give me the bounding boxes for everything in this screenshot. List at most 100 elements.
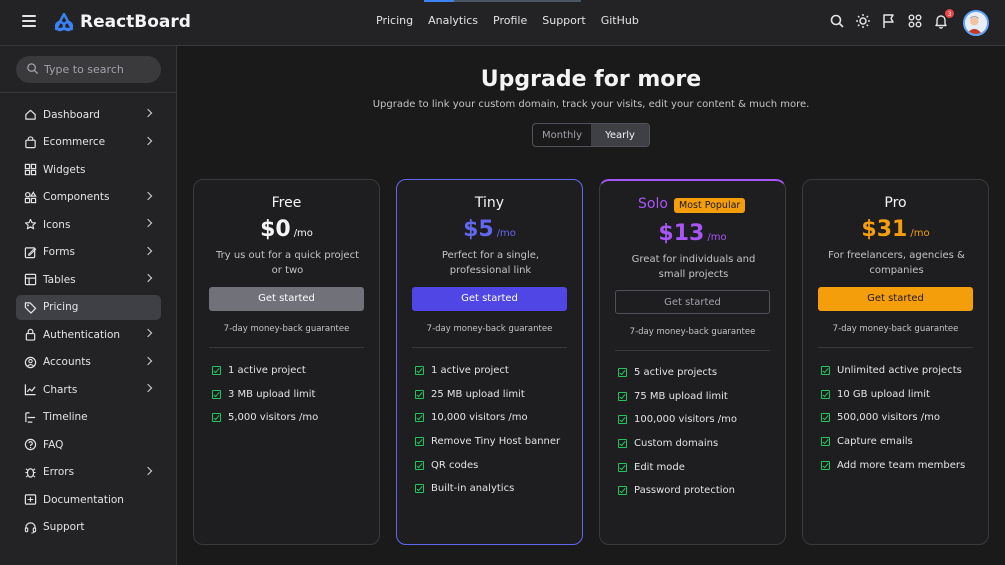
price-amount: $0 xyxy=(260,217,291,242)
top-icons: 3 xyxy=(829,8,955,29)
feature-label: 10,000 visitors /mo xyxy=(431,412,528,424)
search-box[interactable] xyxy=(16,56,161,83)
price-amount: $13 xyxy=(658,221,705,246)
sidebar-item-label: Icons xyxy=(43,218,71,231)
edit-icon xyxy=(24,247,37,258)
sidebar: Dashboard Ecommerce Widgets Components Icons… xyxy=(0,46,177,565)
topnav-support-link[interactable]: Support xyxy=(542,14,585,27)
card-divider xyxy=(209,347,364,348)
page-loading-bar xyxy=(424,0,581,2)
table-icon xyxy=(24,274,37,286)
sidebar-item-icons[interactable]: Icons xyxy=(16,212,161,238)
money-back-guarantee: 7-day money-back guarantee xyxy=(426,324,553,334)
sidebar-item-timeline[interactable]: Timeline xyxy=(16,405,161,431)
monthly-option[interactable]: Monthly xyxy=(533,124,591,146)
apps-icon[interactable] xyxy=(907,13,923,29)
get-started-button[interactable]: Get started xyxy=(209,287,364,311)
chevron-right-icon[interactable] xyxy=(143,356,153,365)
sidebar-item-faq[interactable]: FAQ xyxy=(16,432,161,458)
feature-item: 25 MB upload limit xyxy=(415,383,575,407)
chevron-right-icon[interactable] xyxy=(143,466,153,475)
topnav-pricing-link[interactable]: Pricing xyxy=(376,14,413,27)
sidebar-item-charts[interactable]: Charts xyxy=(16,377,161,403)
check-icon xyxy=(821,437,830,447)
feature-item: 5 active projects xyxy=(618,361,778,385)
get-started-button[interactable]: Get started xyxy=(818,287,973,311)
sidebar-divider xyxy=(0,92,176,93)
check-icon xyxy=(618,439,627,449)
feature-item: Built-in analytics xyxy=(415,477,575,501)
chevron-right-icon[interactable] xyxy=(143,136,153,145)
sidebar-item-accounts[interactable]: Accounts xyxy=(16,350,161,376)
chevron-right-icon[interactable] xyxy=(143,108,153,118)
topnav-profile-link[interactable]: Profile xyxy=(493,14,527,27)
search-input[interactable] xyxy=(44,56,156,83)
plan-card-free: Free $0/mo Try us out for a quick project … xyxy=(193,179,380,545)
bug-icon xyxy=(25,467,36,478)
chevron-right-icon[interactable] xyxy=(143,273,153,283)
sun-icon[interactable] xyxy=(855,13,871,29)
notification-count-badge: 3 xyxy=(944,8,955,19)
feature-label: Unlimited active projects xyxy=(837,365,962,377)
sidebar-item-dashboard[interactable]: Dashboard xyxy=(16,102,161,128)
plan-card-pro: Pro $31/mo For freelancers, agencies & com… xyxy=(802,179,989,545)
chevron-right-icon[interactable] xyxy=(143,246,153,255)
flag-icon[interactable] xyxy=(881,13,897,29)
page-subtitle: Upgrade to link your custom domain, trac… xyxy=(372,99,810,110)
sidebar-item-errors[interactable]: Errors xyxy=(16,460,161,486)
check-icon xyxy=(618,391,627,401)
react-logo-icon[interactable] xyxy=(52,10,76,34)
sidebar-item-label: Ecommerce xyxy=(43,136,106,149)
feature-item: Capture emails xyxy=(821,430,981,454)
plan-card-solo: Solo Most Popular $13/mo Great for individu… xyxy=(599,179,786,545)
check-icon xyxy=(212,413,221,423)
user-avatar[interactable] xyxy=(963,10,989,36)
sidebar-item-pricing[interactable]: Pricing xyxy=(16,294,161,320)
headset-icon xyxy=(24,522,37,534)
sidebar-item-tables[interactable]: Tables xyxy=(16,267,161,293)
notifications-button[interactable]: 3 xyxy=(933,8,955,29)
topnav-github-link[interactable]: GitHub xyxy=(601,14,639,27)
sidebar-item-components[interactable]: Components xyxy=(16,185,161,211)
chevron-right-icon[interactable] xyxy=(143,328,153,338)
brand-name[interactable]: ReactBoard xyxy=(80,12,191,32)
feature-list: 1 active project 3 MB upload limit 5,000 v… xyxy=(212,359,372,430)
get-started-button[interactable]: Get started xyxy=(412,287,567,311)
sidebar-item-label: Authentication xyxy=(43,328,121,341)
topnav-analytics-link[interactable]: Analytics xyxy=(428,14,478,27)
search-icon xyxy=(27,63,39,75)
get-started-button[interactable]: Get started xyxy=(615,290,770,314)
price-period: /mo xyxy=(910,228,930,239)
chevron-right-icon[interactable] xyxy=(143,191,153,200)
menu-icon[interactable] xyxy=(22,15,36,29)
money-back-guarantee: 7-day money-back guarantee xyxy=(832,324,959,334)
sidebar-item-support[interactable]: Support xyxy=(16,515,161,541)
page-title: Upgrade for more xyxy=(480,67,702,92)
feature-label: 1 active project xyxy=(228,365,306,377)
check-icon xyxy=(212,389,221,399)
feature-list: 1 active project 25 MB upload limit 10,000… xyxy=(415,359,575,501)
yearly-option[interactable]: Yearly xyxy=(591,124,649,146)
sidebar-item-label: Forms xyxy=(43,246,75,259)
feature-item: Password protection xyxy=(618,479,778,503)
chevron-right-icon[interactable] xyxy=(143,218,153,228)
search-icon[interactable] xyxy=(829,13,845,29)
widgets-icon xyxy=(24,164,37,176)
feature-item: 1 active project xyxy=(415,359,575,383)
user-circle-icon xyxy=(24,356,37,368)
feature-label: QR codes xyxy=(431,459,479,471)
feature-item: 500,000 visitors /mo xyxy=(821,406,981,430)
chevron-right-icon[interactable] xyxy=(143,383,153,393)
sidebar-item-documentation[interactable]: Documentation xyxy=(16,487,161,513)
check-icon xyxy=(618,415,627,425)
sidebar-item-widgets[interactable]: Widgets xyxy=(16,157,161,183)
check-icon xyxy=(618,368,627,378)
sidebar-item-ecommerce[interactable]: Ecommerce xyxy=(16,130,161,156)
feature-label: Password protection xyxy=(634,485,735,497)
feature-item: 3 MB upload limit xyxy=(212,383,372,407)
sidebar-item-label: Pricing xyxy=(43,301,79,314)
sidebar-item-forms[interactable]: Forms xyxy=(16,240,161,266)
card-divider xyxy=(412,347,567,348)
sidebar-item-authentication[interactable]: Authentication xyxy=(16,322,161,348)
top-navigation: Pricing Analytics Profile Support GitHub xyxy=(376,14,639,27)
